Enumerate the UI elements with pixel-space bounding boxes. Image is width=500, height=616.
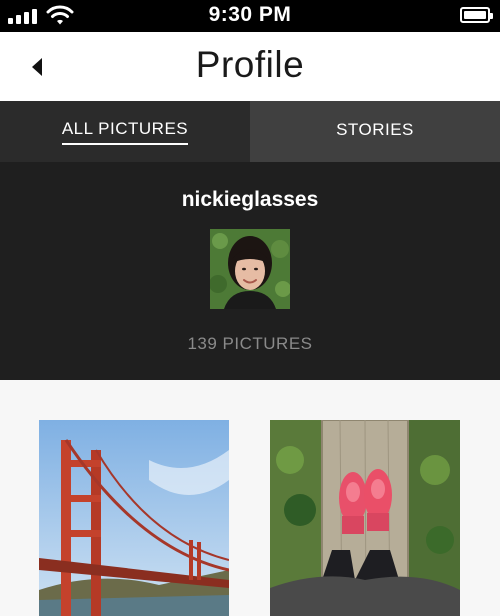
pink-sneakers-photo[interactable]: [270, 420, 460, 616]
battery-icon: [460, 7, 493, 23]
tab-label: STORIES: [336, 119, 414, 139]
page-title: Profile: [195, 44, 305, 85]
tab-label: ALL PICTURES: [61, 119, 189, 145]
tab-all-pictures[interactable]: ALL PICTURES: [0, 101, 250, 162]
status-bar: 9:30 PM: [0, 0, 500, 32]
status-time: 9:30 PM: [208, 3, 292, 26]
battery-level: [464, 11, 486, 19]
username: nickieglasses: [181, 188, 319, 211]
tab-stories[interactable]: STORIES: [250, 101, 500, 162]
avatar-photo: [210, 229, 290, 309]
avatar[interactable]: [210, 229, 290, 309]
tab-bar: ALL PICTURES STORIES: [0, 101, 500, 162]
picture-count: 139 PICTURES: [187, 334, 313, 353]
app-screen: 9:30 PM Profile ALL PICTURES STORIES nic…: [0, 0, 500, 616]
profile-section: nickieglasses 139 PICTURES: [0, 162, 500, 380]
photo-grid: [0, 380, 500, 616]
golden-gate-bridge-photo[interactable]: [39, 420, 229, 616]
nav-header: Profile: [0, 32, 500, 101]
